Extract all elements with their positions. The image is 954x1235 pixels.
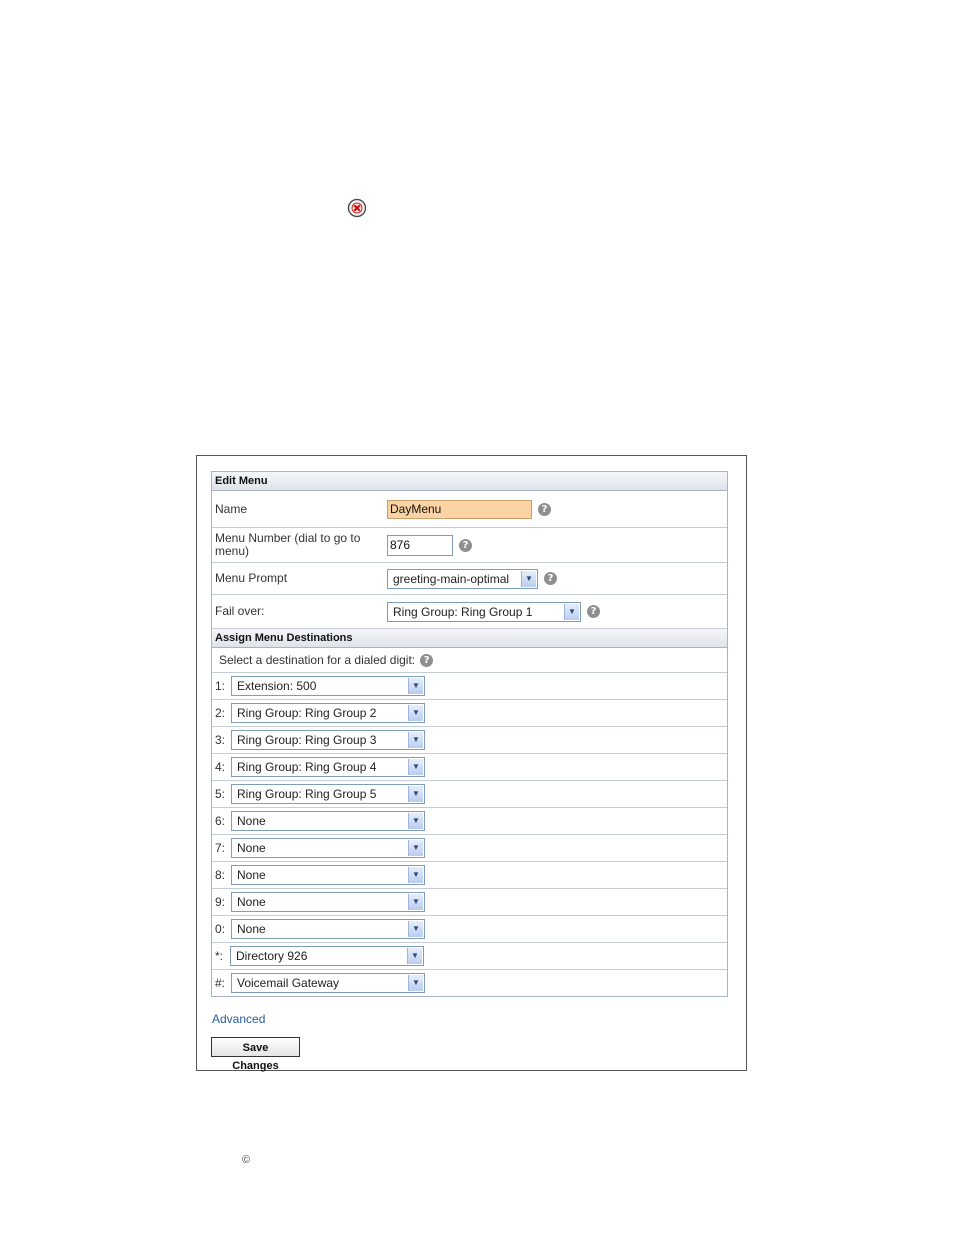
destination-select[interactable]: Voicemail Gateway ▼ (231, 973, 425, 993)
name-input[interactable] (387, 499, 532, 519)
destination-row: 2: Ring Group: Ring Group 2 ▼ (212, 700, 727, 727)
delete-circle-icon[interactable] (347, 198, 367, 218)
menu-number-label: Menu Number (dial to go to menu) (215, 531, 361, 558)
destination-select[interactable]: Ring Group: Ring Group 3 ▼ (231, 730, 425, 750)
destination-intro-label: Select a destination for a dialed digit: (219, 652, 416, 667)
digit-label: 6: (215, 814, 226, 828)
menu-number-input[interactable] (387, 534, 453, 556)
menu-number-row: Menu Number (dial to go to menu) ? (212, 528, 727, 563)
digit-label: 9: (215, 895, 226, 909)
destination-row: 7: None ▼ (212, 835, 727, 862)
name-row: Name ? (212, 491, 727, 528)
menu-prompt-select[interactable]: greeting-main-optimal ▼ (387, 568, 538, 589)
destination-value: Ring Group: Ring Group 2 (237, 706, 377, 720)
chevron-down-icon: ▼ (408, 759, 423, 775)
destination-intro-row: Select a destination for a dialed digit:… (212, 648, 727, 673)
destination-row: 9: None ▼ (212, 889, 727, 916)
question-icon[interactable]: ? (420, 653, 434, 667)
destination-row: *: Directory 926 ▼ (212, 943, 727, 970)
destination-value: None (237, 868, 266, 882)
destination-select[interactable]: None ▼ (231, 838, 425, 858)
destination-select[interactable]: None ▼ (231, 892, 425, 912)
chevron-down-icon: ▼ (408, 975, 423, 991)
destination-select[interactable]: Ring Group: Ring Group 2 ▼ (231, 703, 425, 723)
digit-label: 0: (215, 922, 226, 936)
digit-label: 1: (215, 679, 226, 693)
question-icon[interactable]: ? (459, 538, 472, 552)
chevron-down-icon: ▼ (408, 732, 423, 748)
name-label: Name (215, 501, 248, 516)
digit-label: 7: (215, 841, 226, 855)
destination-select[interactable]: Extension: 500 ▼ (231, 676, 425, 696)
chevron-down-icon: ▼ (521, 570, 536, 587)
save-changes-button[interactable]: Save Changes (211, 1037, 300, 1072)
destination-select[interactable]: Ring Group: Ring Group 4 ▼ (231, 757, 425, 777)
chevron-down-icon: ▼ (564, 603, 579, 620)
destination-value: None (237, 895, 266, 909)
destination-row: 5: Ring Group: Ring Group 5 ▼ (212, 781, 727, 808)
chevron-down-icon: ▼ (408, 867, 423, 883)
chevron-down-icon: ▼ (408, 894, 423, 910)
destination-select[interactable]: None ▼ (231, 811, 425, 831)
destination-row: 8: None ▼ (212, 862, 727, 889)
destination-select[interactable]: None ▼ (231, 865, 425, 885)
digit-label: 3: (215, 733, 226, 747)
fail-over-value: Ring Group: Ring Group 1 (393, 604, 533, 619)
question-icon[interactable]: ? (544, 572, 557, 585)
fail-over-select[interactable]: Ring Group: Ring Group 1 ▼ (387, 601, 581, 622)
edit-menu-header: Edit Menu (212, 472, 727, 491)
destination-value: None (237, 841, 266, 855)
digit-label: 4: (215, 760, 226, 774)
destination-value: Directory 926 (236, 949, 308, 963)
destination-list: 1: Extension: 500 ▼ 2: Ring Group: Ring Grou… (212, 673, 727, 996)
digit-label: *: (215, 949, 224, 963)
chevron-down-icon: ▼ (408, 786, 423, 802)
destination-value: Ring Group: Ring Group 4 (237, 760, 377, 774)
destination-value: Ring Group: Ring Group 5 (237, 787, 377, 801)
destination-select[interactable]: None ▼ (231, 919, 425, 939)
destination-row: 6: None ▼ (212, 808, 727, 835)
menu-prompt-row: Menu Prompt greeting-main-optimal ▼ ? (212, 563, 727, 595)
destination-row: 1: Extension: 500 ▼ (212, 673, 727, 700)
fail-over-label: Fail over: (215, 604, 265, 618)
destination-select[interactable]: Directory 926 ▼ (230, 946, 424, 966)
copyright-symbol: © (242, 1154, 251, 1166)
chevron-down-icon: ▼ (408, 840, 423, 856)
destination-value: Extension: 500 (237, 679, 317, 693)
destination-row: #: Voicemail Gateway ▼ (212, 970, 727, 996)
digit-label: 5: (215, 787, 226, 801)
question-icon[interactable]: ? (538, 502, 551, 516)
digit-label: #: (215, 976, 226, 990)
fail-over-row: Fail over: Ring Group: Ring Group 1 ▼ ? (212, 595, 727, 629)
assign-destinations-header: Assign Menu Destinations (212, 629, 727, 648)
destination-row: 4: Ring Group: Ring Group 4 ▼ (212, 754, 727, 781)
destination-value: Voicemail Gateway (237, 976, 340, 990)
digit-label: 2: (215, 706, 226, 720)
chevron-down-icon: ▼ (408, 921, 423, 937)
destination-value: None (237, 922, 266, 936)
chevron-down-icon: ▼ (408, 678, 423, 694)
edit-menu-panel: Edit Menu Name ? Menu Number (dial to go… (211, 471, 728, 997)
advanced-link[interactable]: Advanced (212, 1012, 265, 1026)
destination-value: None (237, 814, 266, 828)
destination-select[interactable]: Ring Group: Ring Group 5 ▼ (231, 784, 425, 804)
menu-prompt-value: greeting-main-optimal (393, 571, 510, 586)
chevron-down-icon: ▼ (408, 813, 423, 829)
destination-row: 0: None ▼ (212, 916, 727, 943)
chevron-down-icon: ▼ (407, 948, 422, 964)
destination-value: Ring Group: Ring Group 3 (237, 733, 377, 747)
destination-row: 3: Ring Group: Ring Group 3 ▼ (212, 727, 727, 754)
chevron-down-icon: ▼ (408, 705, 423, 721)
question-icon[interactable]: ? (587, 605, 600, 618)
digit-label: 8: (215, 868, 226, 882)
screenshot-frame: Edit Menu Name ? Menu Number (dial to go… (196, 455, 747, 1072)
menu-prompt-label: Menu Prompt (215, 571, 288, 585)
